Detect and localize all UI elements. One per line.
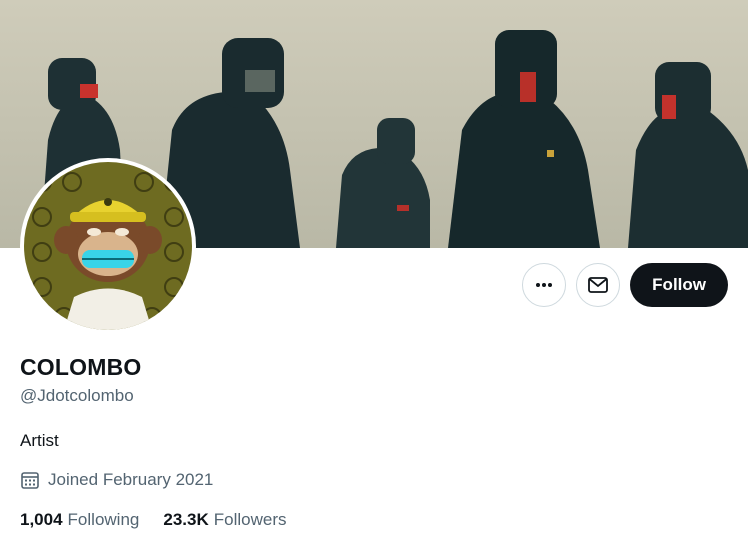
display-name: COLOMBO xyxy=(20,354,142,380)
followers-count: 23.3K xyxy=(163,510,209,529)
message-button[interactable] xyxy=(576,263,621,307)
joined-text: Joined February 2021 xyxy=(48,470,214,489)
following-label: Following xyxy=(67,510,140,529)
username-handle: @Jdotcolombo xyxy=(20,386,134,405)
more-horizontal-icon xyxy=(536,283,553,287)
calendar-icon xyxy=(21,472,39,489)
envelope-icon xyxy=(588,277,609,293)
follow-button[interactable]: Follow xyxy=(630,263,728,307)
followers-link[interactable]: 23.3K Followers xyxy=(163,510,286,530)
profile-actions: Follow xyxy=(522,263,728,307)
profile-avatar[interactable] xyxy=(20,158,196,334)
followers-label: Followers xyxy=(213,510,287,529)
avatar-image xyxy=(24,162,192,330)
more-button[interactable] xyxy=(522,263,567,307)
follow-stats: 1,004 Following 23.3K Followers xyxy=(20,510,286,530)
profile-bio: Artist xyxy=(20,431,59,450)
joined-date: Joined February 2021 xyxy=(20,470,213,490)
following-link[interactable]: 1,004 Following xyxy=(20,510,139,530)
following-count: 1,004 xyxy=(20,510,63,529)
